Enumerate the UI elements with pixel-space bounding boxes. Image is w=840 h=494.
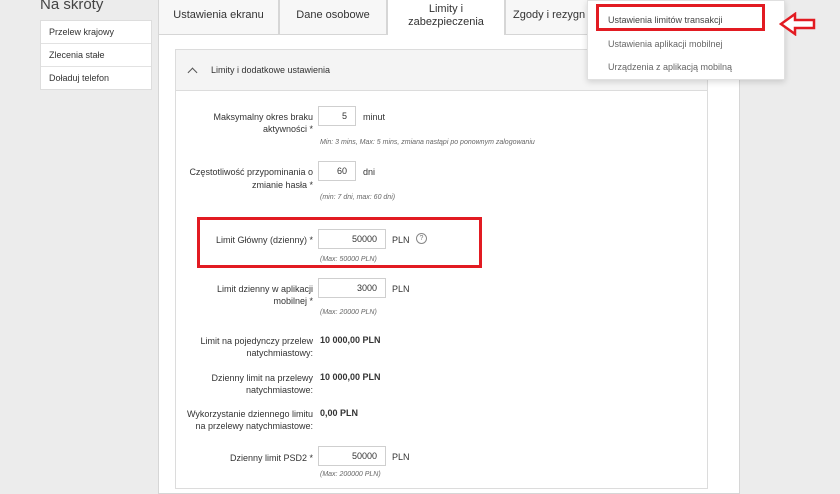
mobile-limit-input[interactable] [318, 278, 386, 298]
menu-item-mobile-app-settings[interactable]: Ustawienia aplikacji mobilnej [608, 39, 723, 49]
mobile-limit-unit: PLN [392, 284, 410, 294]
psd2-limit-label: Dzienny limit PSD2 * [229, 453, 313, 463]
tab-label: Zgody i rezygn [513, 9, 586, 21]
password-reminder-input[interactable] [318, 161, 356, 181]
shortcut-topup-phone[interactable]: Doładuj telefon [41, 67, 151, 89]
instant-daily-limit-label: Dzienny limit na przelewy natychmiastowe… [211, 373, 313, 395]
tab-personal-data[interactable]: Dane osobowe [279, 0, 387, 34]
psd2-limit-input[interactable] [318, 446, 386, 466]
inactivity-input[interactable] [318, 106, 356, 126]
inactivity-unit: minut [363, 112, 386, 122]
tab-label: Ustawienia ekranu [173, 9, 264, 21]
instant-single-limit-value: 10 000,00 PLN [320, 335, 381, 345]
shortcuts-panel: Przelew krajowy Zlecenia stałe Doładuj t… [40, 20, 152, 90]
shortcuts-title: Na skróty [40, 0, 104, 13]
menu-item-mobile-devices[interactable]: Urządzenia z aplikacją mobilną [608, 62, 732, 72]
transaction-limits-highlight [596, 4, 765, 31]
section-title: Limity i dodatkowe ustawienia [211, 65, 331, 75]
mobile-limit-hint: (Max: 20000 PLN) [320, 309, 377, 316]
chevron-up-icon [188, 66, 197, 75]
instant-single-limit-label: Limit na pojedynczy przelew natychmiasto… [200, 336, 313, 358]
password-reminder-hint: (min: 7 dni, max: 60 dni) [320, 194, 396, 201]
inactivity-label: Maksymalny okres braku aktywności * [213, 112, 313, 134]
tab-label: Dane osobowe [296, 9, 370, 21]
psd2-limit-unit: PLN [392, 452, 410, 462]
instant-usage-label: Wykorzystanie dziennego limitu na przele… [187, 409, 313, 431]
password-reminder-unit: dni [363, 167, 376, 177]
password-reminder-label: Częstotliwość przypominania o zmianie ha… [189, 167, 313, 190]
arrow-left-icon [779, 12, 816, 36]
psd2-limit-hint: (Max: 200000 PLN) [320, 471, 381, 478]
instant-daily-limit-value: 10 000,00 PLN [320, 372, 381, 382]
instant-usage-value: 0,00 PLN [320, 408, 359, 418]
tab-consents[interactable]: Zgody i rezygn [505, 0, 595, 34]
tab-label: Limity i zabezpieczenia [408, 3, 484, 28]
main-limit-highlight [197, 217, 482, 268]
mobile-limit-label: Limit dzienny w aplikacji mobilnej * [216, 284, 313, 306]
tab-limits-security[interactable]: Limity i zabezpieczenia [387, 0, 505, 35]
tab-screen-settings[interactable]: Ustawienia ekranu [158, 0, 279, 34]
inactivity-hint: Min: 3 mins, Max: 5 mins, zmiana nastąpi… [320, 139, 535, 146]
shortcut-standing-orders[interactable]: Zlecenia stałe [41, 44, 151, 67]
shortcut-transfer-domestic[interactable]: Przelew krajowy [41, 21, 151, 44]
